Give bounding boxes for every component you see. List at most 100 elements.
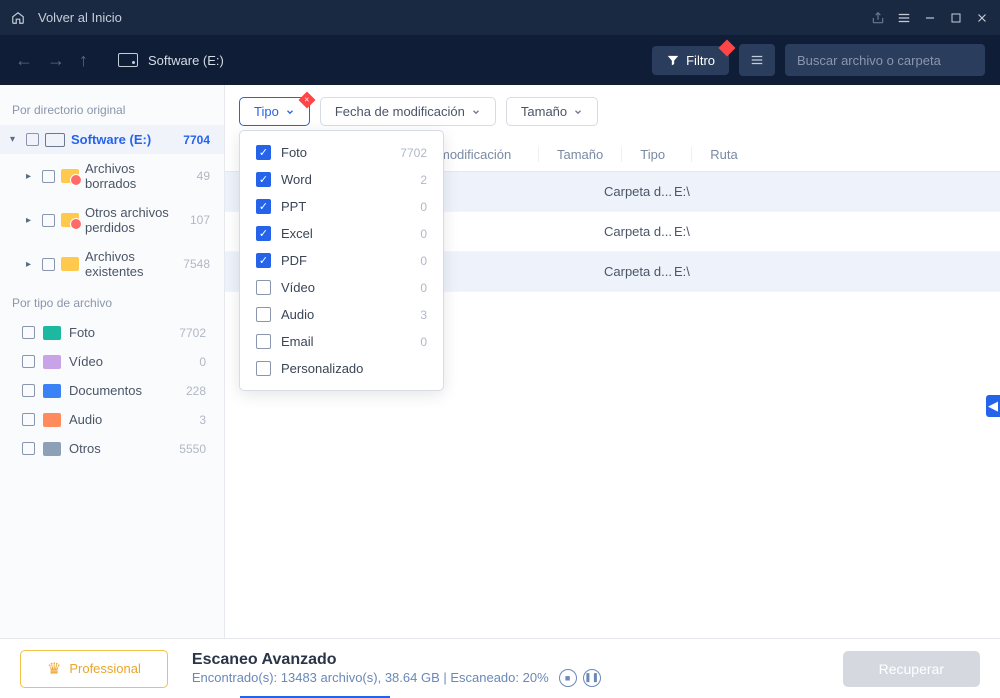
nav-up-icon[interactable]: ↑ <box>79 50 88 71</box>
dropdown-item[interactable]: ✓ Excel 0 <box>240 220 443 247</box>
maximize-icon[interactable] <box>948 10 964 26</box>
checkbox[interactable]: ✓ <box>256 253 271 268</box>
dropdown-label: PDF <box>281 253 410 268</box>
dropdown-item[interactable]: ✓ PPT 0 <box>240 193 443 220</box>
minimize-icon[interactable] <box>922 10 938 26</box>
type-count: 7702 <box>179 326 210 340</box>
type-count: 3 <box>180 413 210 427</box>
type-item[interactable]: Audio 3 <box>0 405 224 434</box>
th-modification[interactable]: modificación <box>439 147 539 162</box>
path-label: Software (E:) <box>148 53 224 68</box>
checkbox[interactable]: ✓ <box>256 172 271 187</box>
folder-icon <box>61 257 79 271</box>
dropdown-label: PPT <box>281 199 410 214</box>
checkbox[interactable] <box>256 307 271 322</box>
dropdown-count: 2 <box>420 173 427 187</box>
scan-title: Escaneo Avanzado <box>192 651 827 669</box>
type-label: Audio <box>69 412 172 427</box>
photo-icon <box>43 326 61 340</box>
checkbox[interactable] <box>22 384 35 397</box>
checkbox[interactable]: ✓ <box>256 226 271 241</box>
view-list-button[interactable] <box>739 44 775 76</box>
dropdown-item[interactable]: Vídeo 0 <box>240 274 443 301</box>
search-box[interactable] <box>785 44 985 76</box>
checkbox[interactable]: ✓ <box>256 199 271 214</box>
th-size[interactable]: Tamaño <box>557 147 622 162</box>
tree-label: Archivos borrados <box>85 161 178 191</box>
close-icon[interactable] <box>974 10 990 26</box>
topbar: ← → ↑ Software (E:) Filtro <box>0 35 1000 85</box>
dropdown-item[interactable]: ✓ PDF 0 <box>240 247 443 274</box>
tree-root[interactable]: ▾ Software (E:) 7704 <box>0 125 224 154</box>
type-item[interactable]: Vídeo 0 <box>0 347 224 376</box>
checkbox[interactable] <box>42 214 55 227</box>
checkbox[interactable] <box>42 170 55 183</box>
checkbox[interactable] <box>22 442 35 455</box>
th-type[interactable]: Tipo <box>640 147 692 162</box>
expand-icon[interactable]: ▸ <box>26 171 36 182</box>
dropdown-item[interactable]: Email 0 <box>240 328 443 355</box>
expand-icon[interactable]: ▾ <box>10 134 20 145</box>
th-path[interactable]: Ruta <box>710 147 968 162</box>
filter-chip-size[interactable]: Tamaño <box>506 97 598 126</box>
type-item[interactable]: Otros 5550 <box>0 434 224 463</box>
nav-back-icon[interactable]: ← <box>15 50 33 71</box>
type-label: Otros <box>69 441 171 456</box>
dropdown-item[interactable]: ✓ Foto 7702 <box>240 139 443 166</box>
tree-label: Archivos existentes <box>85 249 177 279</box>
menu-icon[interactable] <box>896 10 912 26</box>
tree-count: 7548 <box>183 257 214 271</box>
checkbox[interactable] <box>256 361 271 376</box>
crown-icon: ♛ <box>47 659 61 679</box>
tree-child[interactable]: ▸ Otros archivos perdidos 107 <box>0 198 224 242</box>
checkbox[interactable] <box>256 334 271 349</box>
doc-icon <box>43 384 61 398</box>
checkbox[interactable] <box>22 355 35 368</box>
checkbox[interactable] <box>256 280 271 295</box>
stop-scan-button[interactable]: ■ <box>559 669 577 687</box>
checkbox[interactable] <box>42 258 55 271</box>
dropdown-item[interactable]: Audio 3 <box>240 301 443 328</box>
filter-chip-type[interactable]: Tipo <box>239 97 310 126</box>
home-icon[interactable] <box>10 10 26 26</box>
expand-icon[interactable]: ▸ <box>26 215 36 226</box>
back-home-link[interactable]: Volver al Inicio <box>38 10 122 25</box>
type-item[interactable]: Foto 7702 <box>0 318 224 347</box>
expand-icon[interactable]: ▸ <box>26 259 36 270</box>
filter-button-label: Filtro <box>686 53 715 68</box>
path-breadcrumb[interactable]: Software (E:) <box>118 53 224 68</box>
professional-button[interactable]: ♛ Professional <box>20 650 168 688</box>
tree-label: Otros archivos perdidos <box>85 205 178 235</box>
chip-active-badge-icon[interactable] <box>298 92 315 109</box>
sidebar-section-directory: Por directorio original <box>0 93 224 125</box>
type-item[interactable]: Documentos 228 <box>0 376 224 405</box>
filter-chip-date[interactable]: Fecha de modificación <box>320 97 496 126</box>
folder-icon <box>61 169 79 183</box>
filter-button[interactable]: Filtro <box>652 46 729 75</box>
share-icon[interactable] <box>870 10 886 26</box>
type-label: Foto <box>69 325 171 340</box>
type-dropdown: ✓ Foto 7702 ✓ Word 2 ✓ PPT 0 ✓ Excel 0 ✓… <box>239 130 444 391</box>
dropdown-item[interactable]: Personalizado <box>240 355 443 382</box>
recover-button[interactable]: Recuperar <box>843 651 980 687</box>
dropdown-label: Personalizado <box>281 361 417 376</box>
preview-panel-handle[interactable]: ◀ <box>986 395 1000 417</box>
search-input[interactable] <box>797 53 973 68</box>
cell-type: Carpeta d... <box>604 224 674 239</box>
drive-icon <box>118 53 138 67</box>
pause-scan-button[interactable]: ❚❚ <box>583 669 601 687</box>
filter-badge-icon <box>719 39 736 56</box>
checkbox[interactable] <box>22 326 35 339</box>
dropdown-label: Word <box>281 172 410 187</box>
tree-child[interactable]: ▸ Archivos existentes 7548 <box>0 242 224 286</box>
tree-child[interactable]: ▸ Archivos borrados 49 <box>0 154 224 198</box>
nav-forward-icon[interactable]: → <box>47 50 65 71</box>
dropdown-count: 7702 <box>400 146 427 160</box>
dropdown-count: 0 <box>420 281 427 295</box>
checkbox[interactable]: ✓ <box>256 145 271 160</box>
dropdown-item[interactable]: ✓ Word 2 <box>240 166 443 193</box>
type-label: Vídeo <box>69 354 172 369</box>
cell-path: E:\ <box>674 264 986 279</box>
checkbox[interactable] <box>22 413 35 426</box>
checkbox[interactable] <box>26 133 39 146</box>
